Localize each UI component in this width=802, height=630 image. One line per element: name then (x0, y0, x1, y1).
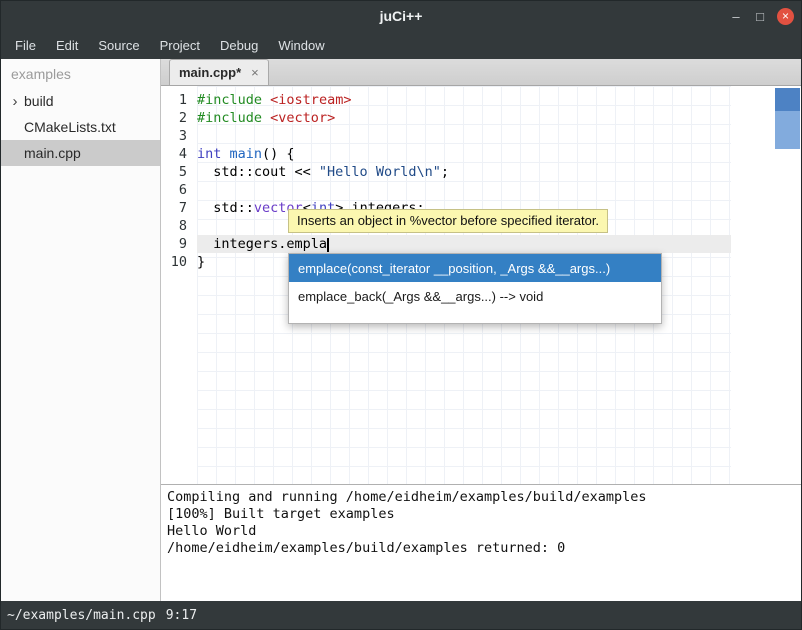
tab-main-cpp[interactable]: main.cpp* × (169, 59, 269, 85)
tab-close-icon[interactable]: × (251, 65, 259, 80)
line-number: 5 (161, 163, 191, 181)
title-bar[interactable]: juCi++ – □ × (1, 1, 801, 31)
menu-item-source[interactable]: Source (88, 31, 149, 59)
console-line: [100%] Built target examples (167, 506, 795, 523)
menu-item-file[interactable]: File (5, 31, 46, 59)
code-editor[interactable]: 12345678910 #include <iostream>#include … (161, 86, 801, 484)
chevron-right-icon[interactable]: › (7, 93, 23, 110)
status-file-path: ~/examples/main.cpp (7, 608, 156, 623)
file-tree-panel: examples ›build CMakeLists.txt main.cpp (1, 59, 161, 601)
line-number: 3 (161, 127, 191, 145)
code-token: int (197, 146, 221, 162)
text-cursor (327, 238, 329, 252)
code-token: integers.empla (197, 236, 327, 252)
console-line: Hello World (167, 523, 795, 540)
build-output-panel: Compiling and running /home/eidheim/exam… (161, 484, 801, 601)
file-name-label: CMakeLists.txt (23, 119, 116, 135)
autocomplete-footer (289, 310, 661, 323)
editor-scrollbar (775, 88, 800, 149)
autocomplete-popup: emplace(const_iterator __position, _Args… (288, 253, 662, 324)
line-number: 10 (161, 253, 191, 271)
code-line-4: int main() { (197, 145, 731, 163)
window-controls: – □ × (724, 1, 794, 31)
menu-bar: FileEditSourceProjectDebugWindow (1, 31, 801, 59)
autocomplete-item-0[interactable]: emplace(const_iterator __position, _Args… (289, 254, 661, 282)
code-line-9: integers.empla (197, 235, 731, 253)
code-line-5: std::cout << "Hello World\n"; (197, 163, 731, 181)
line-number: 2 (161, 109, 191, 127)
file-name-label: main.cpp (23, 145, 81, 161)
line-number: 4 (161, 145, 191, 163)
code-token: std::cout << (197, 164, 319, 180)
scrollbar-thumb[interactable] (775, 88, 800, 111)
line-number: 8 (161, 217, 191, 235)
code-token: std:: (197, 200, 254, 216)
code-line-3 (197, 127, 731, 145)
console-line: Compiling and running /home/eidheim/exam… (167, 489, 795, 506)
scrollbar-thumb-extension[interactable] (775, 111, 800, 149)
window-title: juCi++ (380, 8, 423, 24)
menu-item-debug[interactable]: Debug (210, 31, 268, 59)
code-line-2: #include <vector> (197, 109, 731, 127)
close-button[interactable]: × (777, 8, 794, 25)
menu-item-window[interactable]: Window (268, 31, 334, 59)
project-name: examples (1, 59, 160, 88)
status-cursor-position: 9:17 (166, 608, 197, 623)
menu-item-edit[interactable]: Edit (46, 31, 88, 59)
code-line-1: #include <iostream> (197, 91, 731, 109)
line-number: 1 (161, 91, 191, 109)
code-token: () { (262, 146, 295, 162)
menu-item-project[interactable]: Project (150, 31, 210, 59)
console-line: /home/eidheim/examples/build/examples re… (167, 540, 795, 557)
code-token (262, 110, 270, 126)
status-bar: ~/examples/main.cpp 9:17 (1, 601, 801, 629)
code-token: main (230, 146, 263, 162)
code-token: #include (197, 92, 262, 108)
code-token: "Hello World\n" (319, 164, 441, 180)
editor-column: main.cpp* × 12345678910 #include <iostre… (161, 59, 801, 601)
tab-label: main.cpp* (179, 65, 241, 80)
file-name-label: build (23, 93, 54, 109)
code-token: ; (441, 164, 449, 180)
code-token: } (197, 254, 205, 270)
file-tree: ›build CMakeLists.txt main.cpp (1, 88, 160, 166)
autocomplete-item-1[interactable]: emplace_back(_Args &&__args...) --> void (289, 282, 661, 310)
minimize-button[interactable]: – (724, 4, 748, 28)
code-token (262, 92, 270, 108)
code-token (221, 146, 229, 162)
tree-item-build[interactable]: ›build (1, 88, 160, 114)
line-number: 9 (161, 235, 191, 253)
tree-item-cmakelists-txt[interactable]: CMakeLists.txt (1, 114, 160, 140)
line-number: 6 (161, 181, 191, 199)
main-area: examples ›build CMakeLists.txt main.cpp ma… (1, 59, 801, 601)
tab-bar: main.cpp* × (161, 59, 801, 86)
code-token: #include (197, 110, 262, 126)
tree-item-main-cpp[interactable]: main.cpp (1, 140, 160, 166)
line-number: 7 (161, 199, 191, 217)
maximize-button[interactable]: □ (748, 4, 772, 28)
doc-tooltip: Inserts an object in %vector before spec… (288, 209, 608, 233)
code-line-6 (197, 181, 731, 199)
code-token: <iostream> (270, 92, 351, 108)
line-number-gutter: 12345678910 (161, 86, 191, 484)
app-window: juCi++ – □ × FileEditSourceProjectDebugW… (0, 0, 802, 630)
code-token: <vector> (270, 110, 335, 126)
close-icon: × (782, 9, 789, 23)
